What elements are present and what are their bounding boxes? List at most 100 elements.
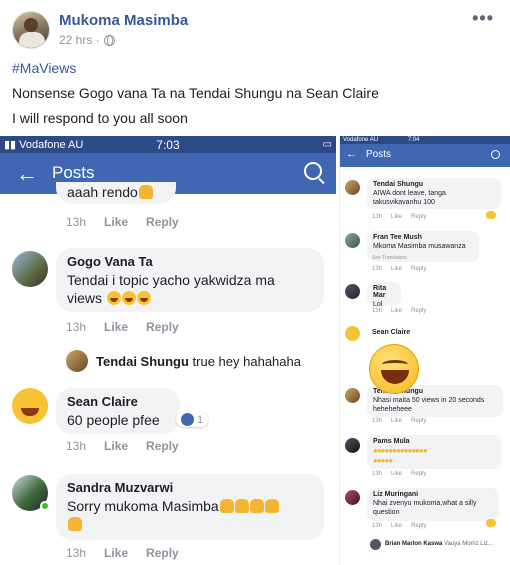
status-bar: ▮▮ Vodafone AU 7:03 ▭ [0,136,336,153]
like-link[interactable]: Like [391,266,402,272]
avatar[interactable] [12,251,48,287]
like-link[interactable]: Like [104,320,128,334]
comment-actions: 13h Like Reply [372,418,426,424]
more-options-icon[interactable]: ••• [472,8,494,29]
comment-bubble: Tendai Shungu AIWA dont leave, tanga tak… [367,178,501,209]
author-name[interactable]: Mukoma Masimba [59,12,188,29]
see-translation-link[interactable]: See Translation [372,255,407,261]
comment-actions: 13h Like Reply [372,266,426,272]
comment-text: Mkoma Masimba musawanza [373,243,466,250]
avatar[interactable] [12,388,48,424]
laughing-emoji-icon [136,290,151,305]
comment-time: 13h [372,523,383,529]
carrier-name: Vodafone AU [343,137,379,143]
comment-actions: 13h Like Reply [66,215,179,229]
like-link[interactable]: Like [391,214,402,220]
laughing-sticker-icon [369,344,419,394]
commenter-name[interactable]: Liz Muringani [373,491,493,498]
comment-time: 13h [66,320,87,334]
commenter-name[interactable]: Fran Tee Mush [373,234,473,241]
laughing-emoji-icon [106,290,121,305]
comment-bubble: Liz Muringani Nhai zvenyu mukoma,what a … [367,488,499,521]
reply-link[interactable]: Reply [146,439,179,453]
comment-text: Tendai i topic yacho yakwidza ma views [67,272,275,306]
clapping-hands-icon [68,516,82,531]
reply-link[interactable]: Reply [411,308,426,314]
avatar[interactable] [345,284,360,299]
comment-actions: 13h Like Reply [66,320,179,334]
clapping-hands-icon [249,499,264,513]
commenter-name[interactable]: Rita Mar [373,285,395,299]
post-text-line-1: Nonsense Gogo vana Ta na Tendai Shungu n… [12,85,379,101]
like-link[interactable]: Like [391,308,402,314]
status-time: 7:04 [407,137,420,143]
reply-link[interactable]: Reply [146,546,179,560]
reply-preview[interactable]: Tendai Shungu true hey hahahaha [96,354,301,369]
avatar[interactable] [345,326,360,341]
reply-author[interactable]: Tendai Shungu [96,354,189,369]
signal-icon: ▮▮ [4,139,17,151]
like-link[interactable]: Like [391,523,402,529]
comment-actions: 13h Like Reply [372,471,426,477]
reaction-emoji-icon[interactable] [486,211,496,219]
right-screenshot: Vodafone AU 7:04 ← Posts Tendai Shungu A… [339,136,510,565]
comment-time: 13h [372,418,383,424]
clapping-hands-icon [264,499,279,513]
comment-time: 13h [66,546,87,560]
laughing-emoji-icon [121,290,136,305]
reaction-badge[interactable]: 1 [176,412,209,427]
reply-preview[interactable]: Brian Marlon Kaswa Vauya Momz Liz... [385,541,493,547]
avatar[interactable] [345,233,360,248]
online-indicator [40,501,50,511]
comment-text: Nhai zvenyu mukoma,what a silly question [373,500,477,517]
comment-time: 13h [372,308,383,314]
carrier-name: Vodafone AU [19,138,84,151]
comment-time: 13h [66,439,87,453]
comment-text: aaah rendo [67,184,138,200]
avatar[interactable] [345,490,360,505]
like-link[interactable]: Like [104,546,128,560]
comment-text: AIWA dont leave, tanga takusvikavanhu 10… [373,190,446,207]
reply-link[interactable]: Reply [146,320,179,334]
reply-link[interactable]: Reply [146,215,179,229]
hashtag-link[interactable]: #MaViews [12,60,76,76]
reply-link[interactable]: Reply [411,214,426,220]
commenter-name[interactable]: Pams Mula [373,438,495,445]
avatar[interactable] [345,438,360,453]
commenter-name[interactable]: Sean Claire [67,394,169,409]
avatar[interactable] [345,388,360,403]
like-link[interactable]: Like [391,418,402,424]
author-avatar[interactable] [12,11,50,49]
reply-link[interactable]: Reply [411,523,426,529]
search-icon[interactable] [491,150,500,159]
commenter-name[interactable]: Tendai Shungu [373,181,495,188]
post-meta: 22 hrs · [59,33,115,47]
reply-link[interactable]: Reply [411,418,426,424]
commenter-name[interactable]: Sandra Muzvarwi [67,480,313,495]
nav-bar: ← Posts [340,144,510,167]
avatar[interactable] [345,180,360,195]
comment-time: 13h [66,215,87,229]
reaction-emoji-icon[interactable] [486,519,496,527]
reply-link[interactable]: Reply [411,471,426,477]
thumbs-up-icon [181,413,194,426]
like-link[interactable]: Like [104,439,128,453]
like-link[interactable]: Like [104,215,128,229]
reply-author[interactable]: Brian Marlon Kaswa [385,541,442,547]
comment-text: Sorry mukoma Masimba [67,498,219,514]
commenter-name[interactable]: Sean Claire [372,329,410,336]
comment-bubble: Sandra Muzvarwi Sorry mukoma Masimba [56,474,324,540]
reaction-count: 1 [197,413,204,426]
back-arrow-icon[interactable]: ← [16,161,38,187]
avatar[interactable] [370,539,381,550]
commenter-name[interactable]: Gogo Vana Ta [67,254,313,269]
emoji-row: ●●●●●●●●●●●●●● ●●●●● [373,446,428,466]
search-icon[interactable] [304,162,322,180]
post-time[interactable]: 22 hrs · [59,33,100,47]
avatar[interactable] [66,350,88,372]
battery-icon: ▭ [322,139,332,150]
reply-link[interactable]: Reply [411,266,426,272]
back-arrow-icon[interactable]: ← [346,148,357,160]
left-screenshot: ▮▮ Vodafone AU 7:03 ▭ ← Posts aaah rendo… [0,136,336,565]
like-link[interactable]: Like [391,471,402,477]
